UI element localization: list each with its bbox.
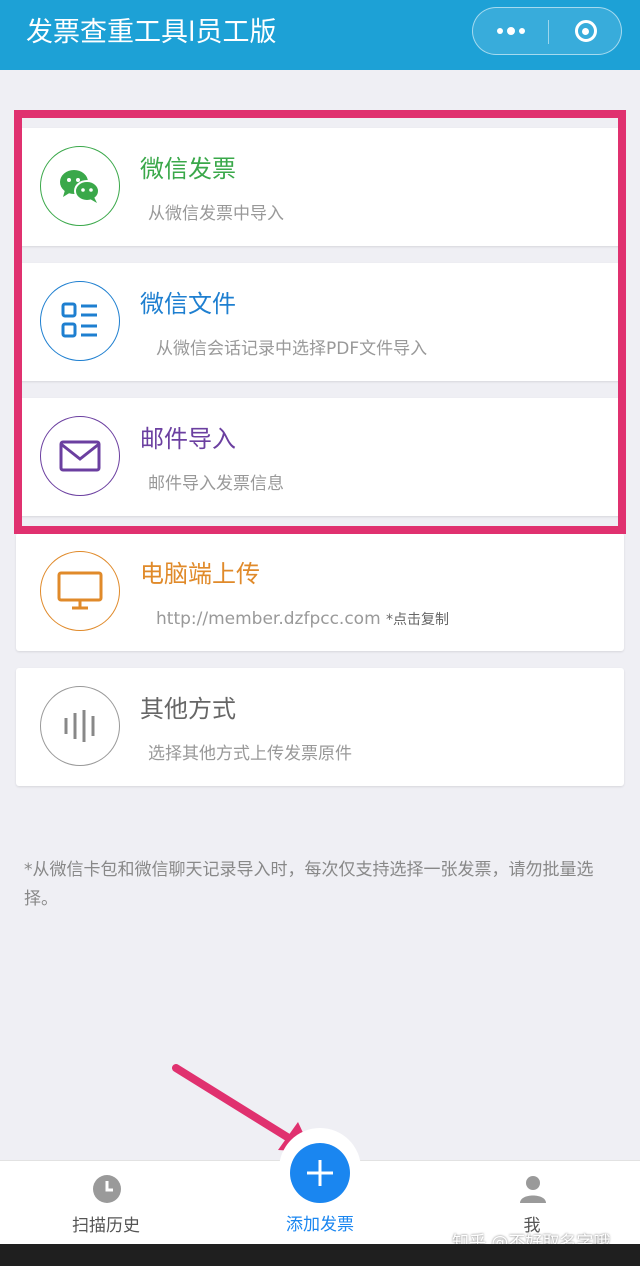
- capsule-menu: [472, 7, 622, 55]
- clock-icon: [92, 1174, 122, 1204]
- tab-label: 扫描历史: [72, 1216, 140, 1236]
- bars-icon: [40, 686, 120, 766]
- import-note: *从微信卡包和微信聊天记录导入时，每次仅支持选择一张发票，请勿批量选择。: [24, 860, 594, 909]
- option-wechat-invoice[interactable]: 微信发票 从微信发票中导入: [16, 128, 624, 246]
- option-title: 电脑端上传: [140, 560, 260, 588]
- close-miniprogram-icon[interactable]: [549, 8, 622, 54]
- tab-scan-history[interactable]: 扫描历史: [36, 1161, 176, 1245]
- plus-icon: [307, 1160, 333, 1186]
- copy-hint[interactable]: *点击复制: [386, 612, 449, 628]
- option-desc: 邮件导入发票信息: [148, 474, 284, 494]
- option-wechat-file[interactable]: 微信文件 从微信会话记录中选择PDF文件导入: [16, 263, 624, 381]
- option-desc: 选择其他方式上传发票原件: [148, 744, 352, 764]
- option-desc: 从微信会话记录中选择PDF文件导入: [156, 339, 428, 359]
- option-title: 微信发票: [140, 155, 236, 183]
- system-nav-bar: [0, 1244, 640, 1266]
- page-title: 发票查重工具l员工版: [26, 17, 277, 48]
- option-other-methods[interactable]: 其他方式 选择其他方式上传发票原件: [16, 668, 624, 786]
- option-title: 邮件导入: [140, 425, 236, 453]
- option-title: 微信文件: [140, 290, 236, 318]
- wechat-icon: [40, 146, 120, 226]
- more-icon[interactable]: [473, 8, 548, 54]
- add-invoice-button[interactable]: [290, 1143, 350, 1203]
- user-icon: [518, 1174, 548, 1204]
- option-desc: 从微信发票中导入: [148, 204, 284, 224]
- file-list-icon: [40, 281, 120, 361]
- option-pc-upload[interactable]: 电脑端上传 http://member.dzfpcc.com *点击复制: [16, 533, 624, 651]
- option-email-import[interactable]: 邮件导入 邮件导入发票信息: [16, 398, 624, 516]
- url-text: http://member.dzfpcc.com: [156, 609, 381, 629]
- pc-upload-url[interactable]: http://member.dzfpcc.com *点击复制: [156, 607, 449, 632]
- monitor-icon: [40, 551, 120, 631]
- option-title: 其他方式: [140, 695, 236, 723]
- tab-add-invoice-label[interactable]: 添加发票: [250, 1210, 390, 1235]
- mail-icon: [40, 416, 120, 496]
- title-bar: 发票查重工具l员工版: [0, 0, 640, 70]
